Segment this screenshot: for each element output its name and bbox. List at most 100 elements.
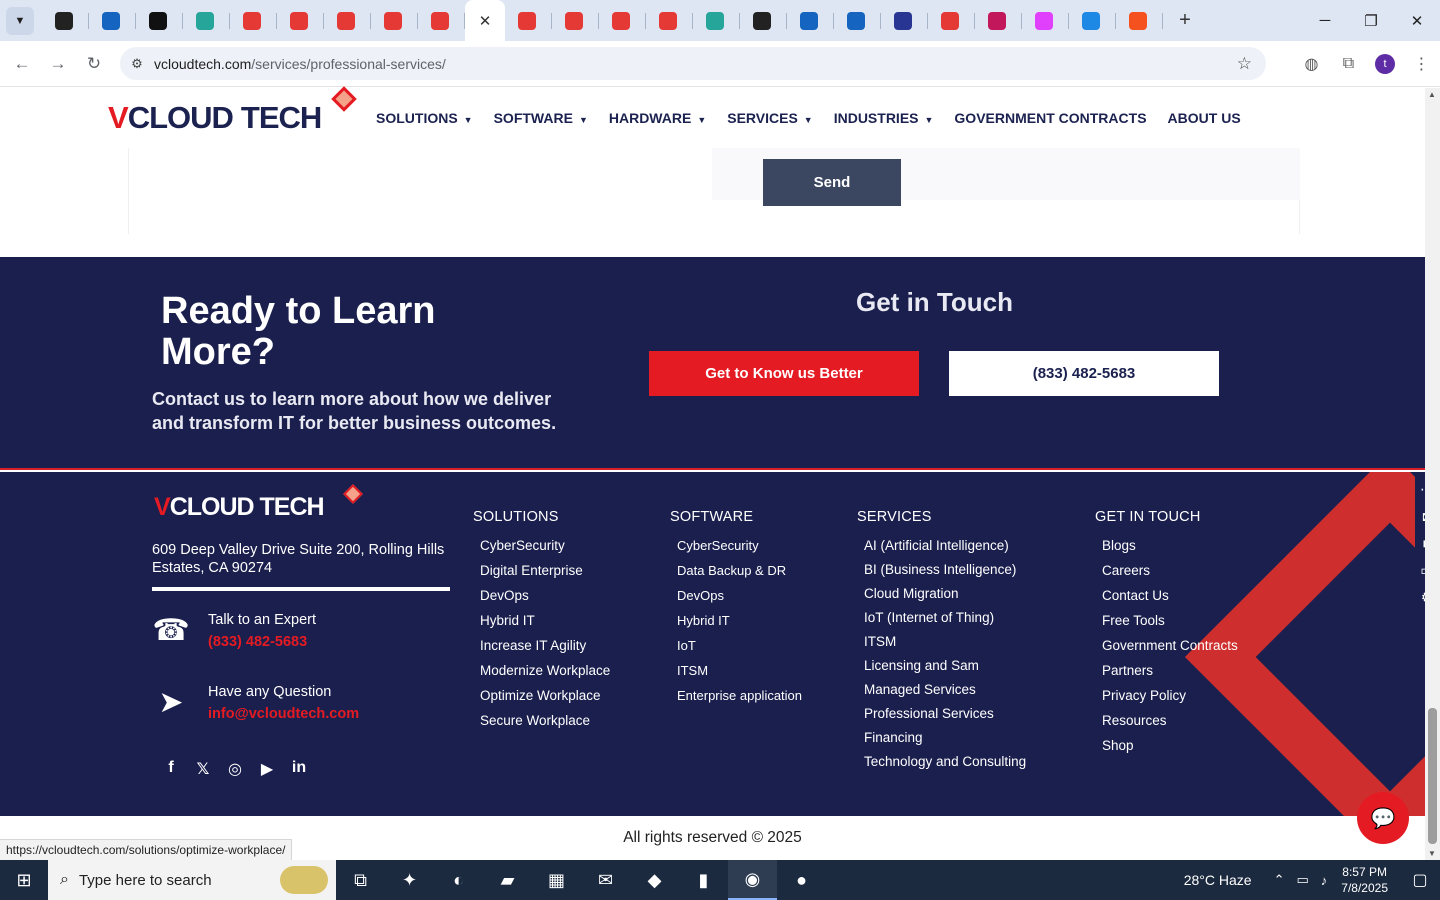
footer-link[interactable]: ITSM xyxy=(670,663,802,688)
footer-link[interactable]: Modernize Workplace xyxy=(473,663,610,688)
file-explorer-icon[interactable]: ▰ xyxy=(483,860,532,900)
footer-link[interactable]: Technology and Consulting xyxy=(857,754,1026,778)
footer-link[interactable]: Government Contracts xyxy=(1095,638,1238,663)
footer-link[interactable]: Careers xyxy=(1095,563,1238,588)
browser-tab[interactable] xyxy=(1069,0,1116,41)
tab-close-icon[interactable]: ✕ xyxy=(479,12,492,30)
new-tab-button[interactable]: + xyxy=(1171,9,1199,32)
site-logo[interactable]: VCLOUD TECH xyxy=(108,100,322,136)
browser-tab[interactable] xyxy=(599,0,646,41)
footer-link[interactable]: Partners xyxy=(1095,663,1238,688)
browser-tab[interactable] xyxy=(975,0,1022,41)
x-twitter-icon[interactable]: 𝕏 xyxy=(187,759,219,779)
scroll-up-icon[interactable]: ▲ xyxy=(1428,90,1436,99)
notifications-icon[interactable]: ▢ xyxy=(1400,870,1440,890)
nav-item-services[interactable]: SERVICES ▼ xyxy=(727,110,812,126)
scroll-down-icon[interactable]: ▼ xyxy=(1428,849,1436,858)
mail-icon[interactable]: ✉ xyxy=(581,860,630,900)
taskbar-clock[interactable]: 8:57 PM 7/8/2025 xyxy=(1341,864,1388,896)
taskbar-search[interactable]: ⌕ Type here to search xyxy=(48,860,336,900)
send-button[interactable]: Send xyxy=(763,159,901,206)
nav-item-government-contracts[interactable]: GOVERNMENT CONTRACTS xyxy=(954,110,1146,126)
page-scrollbar[interactable]: ▲ ▼ xyxy=(1425,88,1440,860)
footer-link[interactable]: BI (Business Intelligence) xyxy=(857,562,1026,586)
browser-tab[interactable] xyxy=(552,0,599,41)
nav-item-about-us[interactable]: ABOUT US xyxy=(1168,110,1241,126)
translate-icon[interactable]: ◍ xyxy=(1293,54,1330,74)
footer-link[interactable]: Hybrid IT xyxy=(473,613,610,638)
back-icon[interactable]: ← xyxy=(4,54,40,74)
browser-tab[interactable] xyxy=(1116,0,1163,41)
volume-icon[interactable]: ♪ xyxy=(1321,873,1328,888)
nav-item-industries[interactable]: INDUSTRIES ▼ xyxy=(834,110,934,126)
store-icon[interactable]: ▦ xyxy=(532,860,581,900)
nav-item-hardware[interactable]: HARDWARE ▼ xyxy=(609,110,706,126)
linkedin-icon[interactable]: in xyxy=(283,759,315,779)
browser-tab[interactable] xyxy=(183,0,230,41)
forward-icon[interactable]: → xyxy=(40,54,76,74)
youtube-icon[interactable]: ▶ xyxy=(251,759,283,779)
browser-tab[interactable] xyxy=(1022,0,1069,41)
restore-icon[interactable]: ❐ xyxy=(1348,0,1394,41)
footer-link[interactable]: CyberSecurity xyxy=(670,538,802,563)
browser-tab[interactable] xyxy=(136,0,183,41)
minimize-icon[interactable]: ─ xyxy=(1302,0,1348,41)
menu-kebab-icon[interactable]: ⋮ xyxy=(1403,54,1440,74)
nav-item-software[interactable]: SOFTWARE ▼ xyxy=(494,110,588,126)
zoom-icon[interactable]: ● xyxy=(777,860,826,900)
site-info-icon[interactable]: ⚙ xyxy=(120,56,154,72)
browser-tab[interactable] xyxy=(740,0,787,41)
footer-link[interactable]: Professional Services xyxy=(857,706,1026,730)
footer-link[interactable]: Secure Workplace xyxy=(473,713,610,738)
chrome-icon[interactable]: ◉ xyxy=(728,860,777,900)
app-diamond-icon[interactable]: ◆ xyxy=(630,860,679,900)
footer-link[interactable]: Financing xyxy=(857,730,1026,754)
extensions-icon[interactable]: ⧉ xyxy=(1330,55,1367,73)
browser-tab[interactable] xyxy=(371,0,418,41)
browser-tab[interactable] xyxy=(646,0,693,41)
footer-link[interactable]: DevOps xyxy=(670,588,802,613)
footer-link[interactable]: Resources xyxy=(1095,713,1238,738)
browser-tab[interactable] xyxy=(418,0,465,41)
footer-link[interactable]: IoT (Internet of Thing) xyxy=(857,610,1026,634)
tray-chevron-up-icon[interactable]: ⌃ xyxy=(1274,872,1285,888)
copilot-icon[interactable]: ✦ xyxy=(385,860,434,900)
address-bar[interactable]: ⚙ vcloudtech.com/services/professional-s… xyxy=(120,47,1266,80)
scrollbar-thumb[interactable] xyxy=(1428,708,1437,844)
chat-icon[interactable]: 💬 xyxy=(1357,792,1409,844)
browser-tab[interactable] xyxy=(230,0,277,41)
browser-tab[interactable] xyxy=(505,0,552,41)
footer-link[interactable]: Contact Us xyxy=(1095,588,1238,613)
weather-widget[interactable]: 28°C Haze xyxy=(1184,872,1252,888)
nav-item-solutions[interactable]: SOLUTIONS ▼ xyxy=(376,110,473,126)
footer-link[interactable]: DevOps xyxy=(473,588,610,613)
tab-search-button[interactable]: ▼ xyxy=(6,6,34,35)
footer-link[interactable]: CyberSecurity xyxy=(473,538,610,563)
facebook-icon[interactable]: f xyxy=(155,759,187,779)
close-window-icon[interactable]: ✕ xyxy=(1394,0,1440,41)
browser-tab[interactable] xyxy=(787,0,834,41)
instagram-icon[interactable]: ◎ xyxy=(219,759,251,779)
footer-link[interactable]: Blogs xyxy=(1095,538,1238,563)
browser-tab[interactable] xyxy=(277,0,324,41)
sticky-notes-icon[interactable]: ▮ xyxy=(679,860,728,900)
browser-tab[interactable] xyxy=(834,0,881,41)
browser-tab[interactable] xyxy=(881,0,928,41)
browser-tab[interactable] xyxy=(324,0,371,41)
url-text[interactable]: vcloudtech.com/services/professional-ser… xyxy=(154,56,446,72)
get-to-know-us-button[interactable]: Get to Know us Better xyxy=(649,351,919,396)
footer-link[interactable]: Licensing and Sam xyxy=(857,658,1026,682)
footer-logo[interactable]: VCLOUD TECH xyxy=(154,493,325,522)
bookmark-star-icon[interactable]: ☆ xyxy=(1237,54,1252,74)
browser-tab[interactable] xyxy=(89,0,136,41)
footer-link[interactable]: Enterprise application xyxy=(670,688,802,713)
phone-button[interactable]: (833) 482-5683 xyxy=(949,351,1219,396)
footer-link[interactable]: Data Backup & DR xyxy=(670,563,802,588)
footer-link[interactable]: Cloud Migration xyxy=(857,586,1026,610)
footer-link[interactable]: Optimize Workplace xyxy=(473,688,610,713)
question-email[interactable]: info@vcloudtech.com xyxy=(208,706,359,722)
browser-tab[interactable] xyxy=(928,0,975,41)
browser-tab[interactable] xyxy=(693,0,740,41)
footer-link[interactable]: ITSM xyxy=(857,634,1026,658)
talk-expert-phone[interactable]: (833) 482-5683 xyxy=(208,634,316,650)
